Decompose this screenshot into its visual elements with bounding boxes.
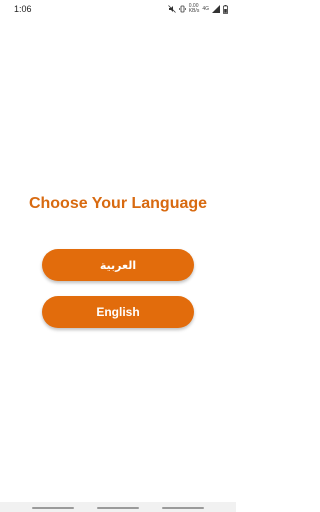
- status-icons: 0.00 KB/s 4G: [167, 4, 228, 14]
- arabic-language-label: العربية: [99, 258, 137, 272]
- english-language-button[interactable]: English: [42, 296, 194, 328]
- english-language-label: English: [96, 305, 140, 319]
- mute-icon: [167, 5, 176, 13]
- arabic-language-button[interactable]: العربية: [42, 249, 194, 281]
- page-title: Choose Your Language: [28, 195, 208, 212]
- vibrate-icon: [178, 5, 186, 13]
- nav-recents-handle[interactable]: [162, 507, 204, 509]
- navigation-bar: [0, 502, 236, 512]
- network-type: 4G: [202, 5, 209, 12]
- language-selection-screen: 1:06 0.00 KB/s 4G Choose Your Language ا…: [0, 0, 236, 512]
- nav-back-handle[interactable]: [32, 507, 74, 509]
- net-speed-indicator: 0.00 KB/s: [189, 4, 200, 14]
- nav-home-handle[interactable]: [97, 507, 139, 509]
- signal-icon: [212, 5, 220, 13]
- status-bar: 1:06 0.00 KB/s 4G: [0, 0, 236, 18]
- net-speed-unit: KB/s: [188, 8, 200, 14]
- status-time: 1:06: [14, 4, 32, 14]
- battery-icon: [223, 4, 228, 14]
